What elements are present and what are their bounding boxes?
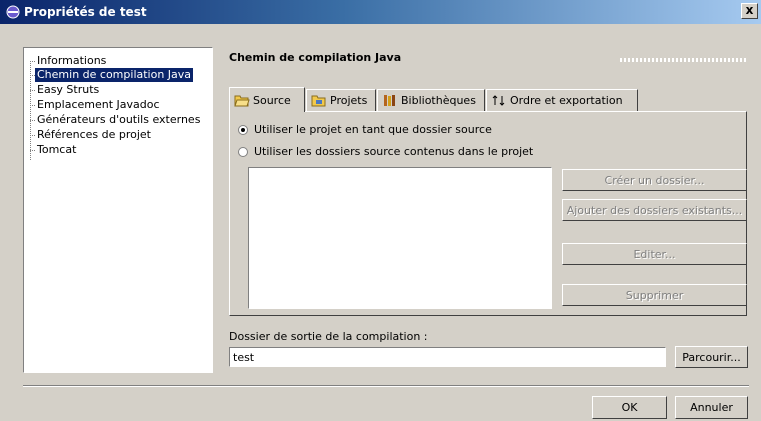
tab-projects-label: Projets [330,94,368,107]
title-decoration [620,58,748,62]
tree-item-easy-struts[interactable]: Easy Struts [35,83,101,97]
projects-folder-icon [311,94,327,108]
footer-separator [23,385,749,387]
tree-item-project-references[interactable]: Références de projet [35,128,153,142]
cancel-button[interactable]: Annuler [675,396,748,419]
browse-button[interactable]: Parcourir... [675,346,748,368]
tree-item-external-tool-builders[interactable]: Générateurs d'outils externes [35,113,202,127]
ok-button[interactable]: OK [592,396,667,419]
remove-button[interactable]: Supprimer [562,284,747,306]
window-title: Propriétés de test [24,5,147,19]
output-folder-input[interactable] [229,347,666,367]
close-button[interactable]: x [741,3,758,19]
tree-item-informations[interactable]: Informations [35,54,108,68]
add-existing-folders-button[interactable]: Ajouter des dossiers existants... [562,199,747,221]
radio-use-project-label: Utiliser le projet en tant que dossier s… [254,123,492,136]
radio-use-folders-label: Utiliser les dossiers source contenus da… [254,145,534,158]
properties-tree[interactable]: Informations Chemin de compilation Java … [23,47,213,373]
tab-libraries[interactable]: Bibliothèques [377,89,485,111]
edit-button[interactable]: Editer... [562,243,747,265]
tab-source[interactable]: Source [229,87,305,112]
radio-use-project[interactable] [238,124,248,135]
tree-item-tomcat[interactable]: Tomcat [35,143,78,157]
tab-order-export[interactable]: Ordre et exportation [486,89,638,111]
source-folders-list[interactable] [248,167,552,309]
tab-source-label: Source [253,93,291,107]
title-bar[interactable]: Propriétés de test x [0,0,761,24]
eclipse-app-icon [6,5,20,19]
create-folder-button[interactable]: Créer un dossier... [562,169,747,191]
output-folder-label: Dossier de sortie de la compilation : [229,330,428,343]
page-title: Chemin de compilation Java [229,51,402,64]
tree-item-java-build-path[interactable]: Chemin de compilation Java [33,67,195,83]
folder-open-icon [234,93,250,107]
books-icon [382,94,398,108]
radio-use-folders[interactable] [238,146,248,157]
radio-use-folders-option[interactable]: Utiliser les dossiers source contenus da… [238,145,533,158]
radio-use-project-option[interactable]: Utiliser le projet en tant que dossier s… [238,123,492,136]
tab-libraries-label: Bibliothèques [401,94,476,107]
tab-projects[interactable]: Projets [306,89,376,111]
tree-item-javadoc-location[interactable]: Emplacement Javadoc [35,98,162,112]
properties-dialog: Propriétés de test x Informations Chemin… [0,0,761,421]
tab-order-export-label: Ordre et exportation [510,94,623,107]
sort-arrows-icon [491,94,507,108]
